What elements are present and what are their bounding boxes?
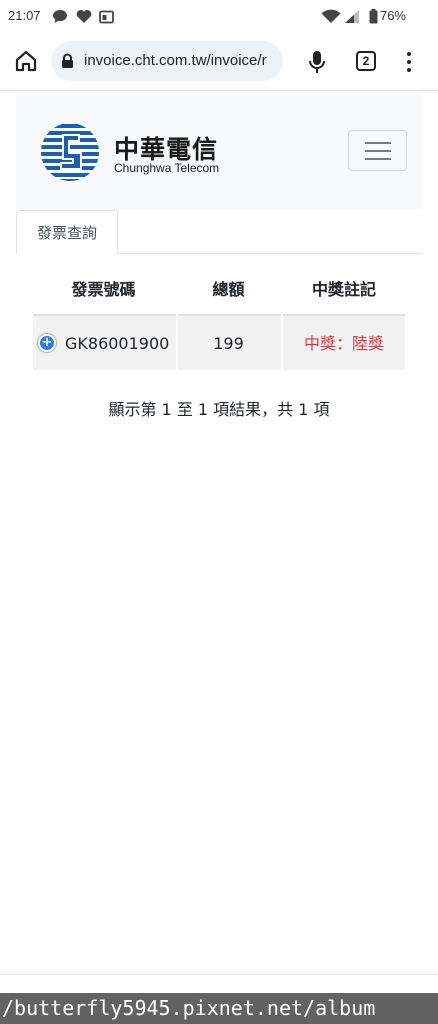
more-menu-icon[interactable] bbox=[400, 50, 418, 74]
invoice-table: 發票號碼 總額 中獎註記 + GK86001900 199 中獎：陸獎 bbox=[33, 264, 405, 370]
calendar-icon bbox=[99, 9, 114, 28]
heart-icon bbox=[76, 9, 92, 28]
home-icon[interactable] bbox=[14, 49, 38, 73]
table-row[interactable]: + GK86001900 199 中獎：陸獎 bbox=[33, 316, 405, 370]
browser-toolbar: invoice.cht.com.tw/invoice/r 2 bbox=[0, 32, 438, 90]
chat-bubble-icon bbox=[52, 9, 68, 28]
column-header-prize[interactable]: 中獎註記 bbox=[281, 264, 405, 316]
chunghwa-logo-icon[interactable] bbox=[40, 122, 100, 186]
column-header-total[interactable]: 總額 bbox=[176, 264, 279, 316]
tabs-icon[interactable]: 2 bbox=[356, 51, 376, 71]
brand-name-en: Chunghwa Telecom bbox=[114, 161, 220, 175]
url-bar[interactable]: invoice.cht.com.tw/invoice/r bbox=[51, 41, 283, 81]
table-info: 顯示第 1 至 1 項結果，共 1 項 bbox=[108, 400, 330, 419]
table-header: 發票號碼 總額 中獎註記 bbox=[33, 264, 405, 316]
wifi-icon bbox=[321, 9, 341, 28]
lock-icon[interactable] bbox=[61, 53, 74, 73]
battery-percent: 76% bbox=[379, 8, 406, 23]
site-header: 中華電信 Chunghwa Telecom bbox=[16, 92, 422, 210]
mic-icon[interactable] bbox=[307, 50, 327, 78]
expand-row-icon[interactable]: + bbox=[38, 334, 56, 352]
signal-icon bbox=[344, 9, 360, 28]
hamburger-menu-icon[interactable] bbox=[348, 130, 407, 171]
cell-prize: 中獎：陸獎 bbox=[281, 316, 405, 370]
column-header-invoice-no[interactable]: 發票號碼 bbox=[33, 264, 174, 316]
watermark: /butterfly5945.pixnet.net/album bbox=[0, 993, 438, 1024]
cell-total: 199 bbox=[176, 316, 279, 370]
invoice-number: GK86001900 bbox=[65, 334, 170, 353]
battery-icon bbox=[369, 9, 378, 28]
status-time: 21:07 bbox=[8, 8, 41, 23]
status-bar: 21:07 76% bbox=[0, 0, 438, 32]
url-text[interactable]: invoice.cht.com.tw/invoice/r bbox=[84, 52, 267, 69]
tab-bar: 發票查詢 bbox=[16, 210, 422, 255]
tab-invoice-query[interactable]: 發票查詢 bbox=[16, 210, 118, 255]
toolbar-divider bbox=[0, 90, 438, 91]
cell-invoice-no: + GK86001900 bbox=[33, 316, 174, 370]
